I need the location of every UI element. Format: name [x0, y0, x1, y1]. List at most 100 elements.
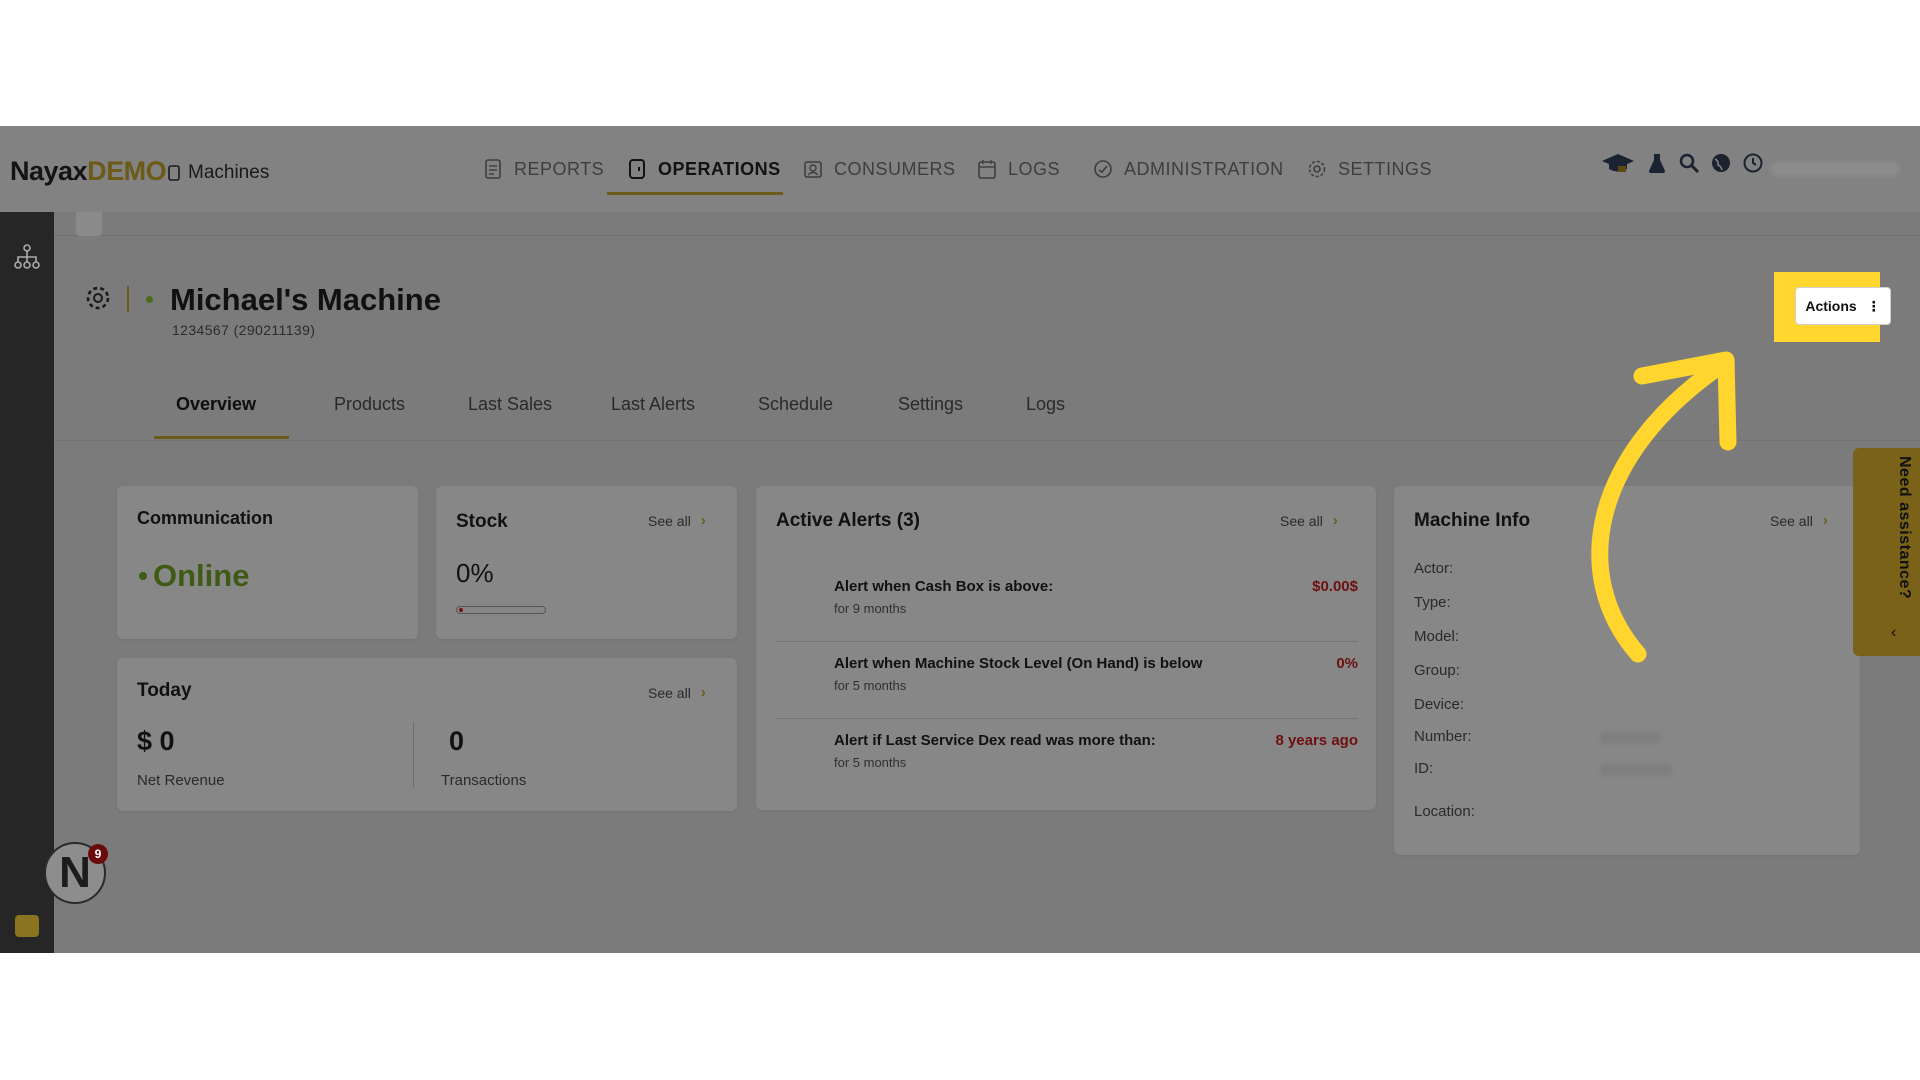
nav-label: SETTINGS: [1338, 158, 1433, 179]
alert-row[interactable]: Alert when Cash Box is above: for 9 mont…: [776, 566, 1358, 642]
today-see-all-link[interactable]: See all ›: [648, 684, 706, 701]
info-label-group: Group:: [1414, 662, 1460, 679]
stock-card: Stock See all › 0%: [436, 486, 737, 639]
alert-value: 0%: [1336, 655, 1358, 672]
need-assistance-tab[interactable]: Need assistance? ‹: [1853, 448, 1920, 656]
hierarchy-icon[interactable]: [14, 244, 40, 270]
actions-button[interactable]: Actions ⋮: [1795, 287, 1891, 325]
alerts-see-all-link[interactable]: See all ›: [1280, 512, 1338, 529]
nav-administration[interactable]: ADMINISTRATION: [1092, 126, 1284, 212]
tab-overview[interactable]: Overview: [176, 394, 256, 415]
card-title: Active Alerts (3): [776, 510, 920, 531]
alert-duration: for 5 months: [834, 678, 907, 693]
nav-operations[interactable]: OPERATIONS: [626, 126, 781, 212]
info-label-actor: Actor:: [1414, 560, 1454, 577]
see-all-label: See all: [1770, 512, 1813, 529]
device-icon: [168, 165, 180, 181]
chevron-left-icon: ‹: [1891, 624, 1897, 641]
collapse-tab[interactable]: [76, 212, 102, 236]
nav-reports[interactable]: REPORTS: [482, 126, 604, 212]
left-rail: [0, 212, 54, 953]
machine-settings-gear-icon[interactable]: [84, 284, 112, 312]
info-label-number: Number:: [1414, 728, 1472, 745]
stock-progress-fill: [459, 608, 463, 612]
card-title: Today: [137, 680, 192, 701]
nav-consumers[interactable]: CONSUMERS: [802, 126, 956, 212]
page-title: Michael's Machine: [170, 282, 441, 317]
admin-icon: [1094, 160, 1112, 178]
chevron-right-icon: ›: [700, 684, 706, 701]
title-divider: [127, 286, 129, 312]
chevron-right-icon: ›: [1822, 512, 1828, 529]
alert-duration: for 5 months: [834, 755, 907, 770]
info-label-model: Model:: [1414, 628, 1460, 645]
sub-toolbar: [54, 212, 1920, 236]
alert-row[interactable]: Alert when Machine Stock Level (On Hand)…: [776, 643, 1358, 719]
today-card: Today See all › $ 0 Net Revenue 0 Transac…: [117, 658, 737, 811]
breadcrumb-machines: Machines: [188, 162, 270, 183]
connection-status: Online: [153, 558, 250, 593]
info-label-location: Location:: [1414, 803, 1475, 820]
card-title: Communication: [137, 508, 274, 528]
tab-products[interactable]: Products: [334, 394, 405, 415]
device-icon: [629, 159, 645, 179]
net-revenue-label: Net Revenue: [137, 772, 225, 789]
app-viewport: NayaxDEMO Machines REPORTS OPERATIONS CO…: [0, 126, 1920, 953]
user-menu[interactable]: [1770, 162, 1900, 176]
see-all-label: See all: [648, 684, 691, 701]
search-icon[interactable]: [1678, 152, 1700, 174]
nayax-logo[interactable]: NayaxDEMO: [10, 156, 167, 187]
info-label-id: ID:: [1414, 760, 1434, 777]
header-tools: [1600, 152, 1764, 174]
tab-active-indicator: [154, 436, 289, 439]
alert-name: Alert if Last Service Dex read was more …: [834, 732, 1156, 749]
clock-icon[interactable]: [1742, 152, 1764, 174]
tab-schedule[interactable]: Schedule: [758, 394, 833, 415]
card-title: Stock: [456, 511, 508, 532]
nav-label: CONSUMERS: [834, 158, 956, 179]
tab-settings[interactable]: Settings: [898, 394, 963, 415]
avatar-letter: N: [59, 848, 91, 897]
nav-logs[interactable]: LOGS: [976, 126, 1060, 212]
alert-name: Alert when Machine Stock Level (On Hand)…: [834, 655, 1203, 672]
chat-icon[interactable]: [15, 915, 39, 937]
info-value-number: [1600, 732, 1660, 744]
see-all-label: See all: [1280, 512, 1323, 529]
see-all-label: See all: [648, 512, 691, 529]
alert-row[interactable]: Alert if Last Service Dex read was more …: [776, 720, 1358, 796]
nav-active-indicator: [607, 192, 783, 195]
globe-icon[interactable]: [1710, 152, 1732, 174]
top-navigation-bar: NayaxDEMO Machines REPORTS OPERATIONS CO…: [0, 126, 1920, 212]
stock-see-all-link[interactable]: See all ›: [648, 512, 706, 529]
net-revenue-value: $ 0: [137, 726, 175, 756]
report-icon: [485, 159, 501, 179]
breadcrumb[interactable]: Machines: [168, 162, 269, 184]
today-divider: [413, 722, 414, 788]
nav-label: REPORTS: [514, 158, 605, 179]
flask-icon[interactable]: [1646, 152, 1668, 174]
nav-label: ADMINISTRATION: [1124, 158, 1284, 179]
actions-label: Actions: [1805, 298, 1857, 314]
info-see-all-link[interactable]: See all ›: [1770, 512, 1828, 529]
info-label-type: Type:: [1414, 594, 1451, 611]
alert-value: $0.00$: [1312, 578, 1358, 595]
machine-id: 1234567 (290211139): [172, 322, 316, 338]
chevron-right-icon: ›: [1332, 512, 1338, 529]
card-title: Machine Info: [1414, 510, 1531, 531]
tab-last-alerts[interactable]: Last Alerts: [611, 394, 695, 415]
tab-last-sales[interactable]: Last Sales: [468, 394, 552, 415]
stock-percent: 0%: [456, 558, 494, 588]
graduation-cap-icon[interactable]: [1600, 152, 1636, 174]
gear-icon: [1308, 160, 1326, 178]
kebab-icon: ⋮: [1866, 298, 1881, 314]
chevron-right-icon: ›: [700, 512, 706, 529]
info-label-device: Device:: [1414, 696, 1465, 713]
communication-card: Communication Online: [117, 486, 418, 639]
online-indicator: [139, 572, 147, 580]
nav-label: LOGS: [1008, 158, 1061, 179]
status-dot: [146, 296, 153, 303]
nav-settings[interactable]: SETTINGS: [1306, 126, 1432, 212]
tab-logs[interactable]: Logs: [1026, 394, 1065, 415]
info-value-id: [1600, 764, 1672, 776]
need-assistance-label: Need assistance?: [1896, 456, 1913, 600]
